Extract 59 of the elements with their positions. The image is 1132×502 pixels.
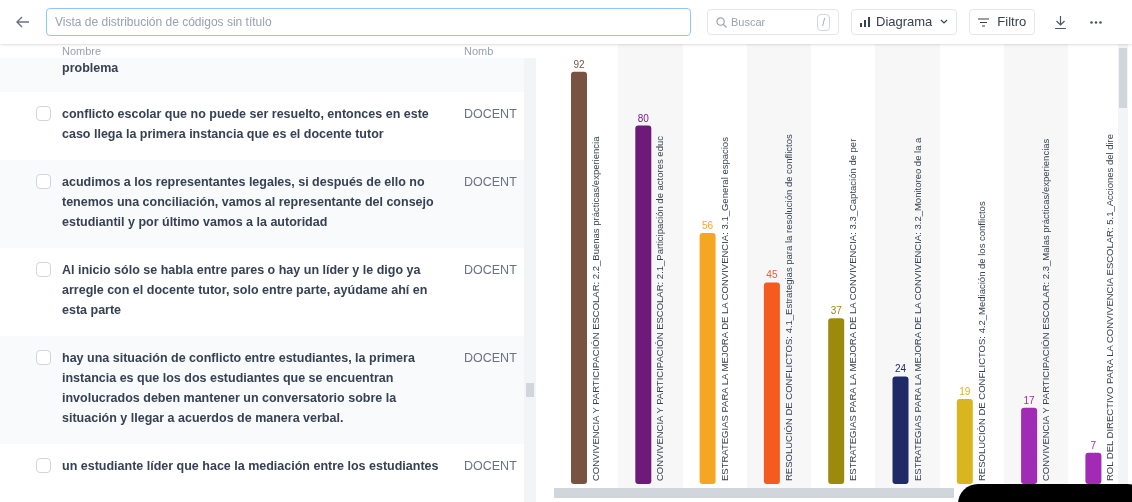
quotation-text: acudimos a los representantes legales, si después de ello no tenemos una conciliación, vamos al representante del consejo estudiantil y por último vamos a la autoridad (62, 174, 435, 231)
shortcut-key: / (817, 13, 830, 31)
bar[interactable] (763, 282, 780, 484)
table-cell-text: DOCENT (464, 458, 517, 475)
category-label: RESOLUCIÓN DE CONFLICTOS: 4.1_Estrategias para la resolución de conflictos (782, 134, 794, 481)
quotation-text: hay una situación de conflicto entre estudiantes, la primera instancia es que los dos estudiantes que se encuentran involucrados deben mantener un conversatorio sobre la situación y llegar a acuerdos de manera verbal. (62, 350, 416, 427)
column-header[interactable]: Nombre (62, 44, 464, 58)
category-label: CONVIVENCIA Y PARTICIPACIÓN ESCOLAR: 2.3_Malas prácticas/experiencias (1040, 138, 1052, 481)
scrollbar-thumb[interactable] (526, 383, 534, 397)
category-label: CONVIVENCIA Y PARTICIPACIÓN ESCOLAR: 2.2_Buenas prácticas/experiencia (590, 136, 601, 481)
bar[interactable] (1085, 452, 1102, 484)
search-field[interactable]: Buscar / (707, 9, 839, 35)
search-icon (716, 16, 727, 28)
quotation-text: problema (62, 60, 120, 77)
data-label: 7 (1090, 439, 1097, 451)
checkbox[interactable] (36, 174, 51, 189)
table-cell-text: DOCENT (464, 174, 517, 191)
quotation-text: conflicto escolar que no puede ser resuelto, entonces en este caso llega la primera instancia que es el docente tutor (62, 106, 430, 143)
category-label: ESTRATEGIAS PARA LA MEJORA DE LA CONVIVENCIA: 3.3_Captación de per (847, 138, 859, 481)
table-cell-text: DOCENT (464, 106, 517, 123)
data-label: 17 (1023, 394, 1035, 406)
category-label: ROL DEL DIRECTIVO PARA LA CONVIVENCIA ESCOLAR: 5.1_Acciones del dire (1104, 133, 1116, 481)
category-label: ESTRATEGIAS PARA LA MEJORA DE LA CONVIVENCIA: 3.2_Monitoreo de la a (911, 137, 923, 481)
bar[interactable] (1021, 407, 1038, 484)
table-cell-text: DOCENT (464, 262, 517, 279)
data-label: 45 (766, 269, 778, 281)
back-arrow-icon[interactable] (16, 16, 30, 28)
scrollbar-thumb[interactable] (1119, 48, 1127, 108)
filter-icon (978, 17, 990, 27)
chevron-down-icon (940, 19, 949, 25)
data-label: 80 (637, 112, 649, 124)
category-label: CONVIVENCIA Y PARTICIPACIÓN ESCOLAR: 2.1_Participación de actores educ (654, 136, 666, 481)
data-label: 19 (959, 385, 971, 397)
column-header[interactable]: Nomb (464, 44, 494, 58)
category-label: RESOLUCIÓN DE CONFLICTOS: 4.2_Mediación de los conflictos (975, 201, 987, 481)
search-placeholder: Buscar (731, 14, 767, 30)
category-label: ESTRATEGIAS PARA LA MEJORA DE LA CONVIVENCIA: 3.1_General espacios (718, 137, 730, 481)
filter-button[interactable]: Filtro (969, 9, 1036, 35)
more-icon[interactable] (1090, 20, 1103, 24)
quotation-text: Al inicio sólo se habla entre pares o hay un líder y le digo ya arregle con el docente tutor, solo entre parte, ayúdame ahí en esta parte (62, 262, 429, 319)
diagram-button[interactable]: Diagrama (851, 9, 958, 35)
title-field[interactable]: Vista de distribución de códigos sin título (46, 8, 691, 36)
bar[interactable] (892, 376, 909, 484)
bar[interactable] (828, 318, 845, 484)
checkbox[interactable] (36, 106, 51, 121)
bar[interactable] (635, 125, 652, 484)
data-label: 92 (573, 58, 585, 70)
scrollbar[interactable] (554, 488, 954, 498)
checkbox[interactable] (36, 262, 51, 277)
checkbox[interactable] (36, 458, 51, 473)
bar-chart-icon (860, 17, 872, 27)
table-cell-text: DOCENT (464, 350, 517, 367)
scrollbar[interactable] (524, 58, 536, 502)
checkbox[interactable] (36, 350, 51, 365)
download-icon[interactable] (1055, 15, 1067, 29)
data-label: 24 (894, 363, 907, 375)
data-label: 56 (702, 220, 714, 232)
quotation-text: un estudiante líder que hace la mediación entre los estudiantes (62, 458, 440, 475)
data-label: 37 (830, 305, 842, 317)
